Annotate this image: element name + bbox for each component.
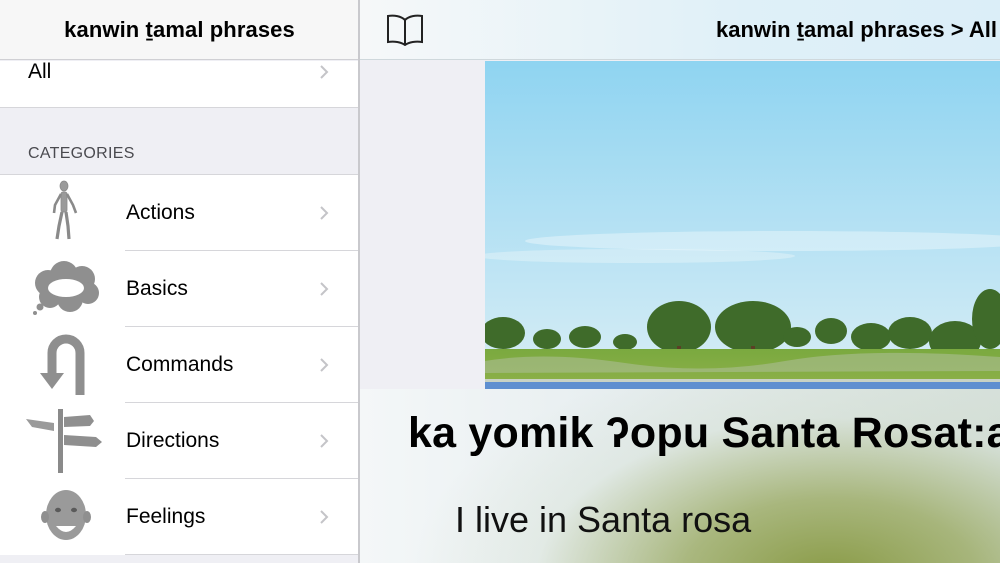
category-row-commands[interactable]: Commands [0, 327, 359, 403]
book-icon[interactable] [386, 12, 424, 46]
chevron-right-icon [317, 358, 331, 372]
sidebar-title: kanwin ṯamal phrases [64, 16, 295, 42]
chevron-right-icon [317, 65, 331, 79]
chevron-right-icon [317, 206, 331, 220]
sidebar: kanwin ṯamal phrases All CATEGORIES Acti… [0, 0, 359, 563]
sidebar-item-label: All [28, 60, 52, 83]
detail-header: kanwin ṯamal phrases > All [360, 0, 1000, 60]
sidebar-header: kanwin ṯamal phrases [0, 0, 359, 60]
breadcrumb: kanwin ṯamal phrases > All [716, 17, 998, 42]
thought-bubble-icon [24, 255, 106, 323]
section-header-categories: CATEGORIES [28, 145, 135, 162]
chevron-right-icon [317, 510, 331, 524]
category-label: Directions [126, 429, 220, 452]
category-row-actions[interactable]: Actions [0, 175, 359, 251]
signpost-icon [24, 407, 106, 475]
category-row-feelings[interactable]: Feelings [0, 479, 359, 555]
sidebar-item-all[interactable]: All [0, 61, 359, 108]
category-label: Basics [126, 277, 188, 300]
u-turn-arrow-icon [24, 331, 106, 399]
phrase-panel: ka yomik ʔopu Santa Rosat:a I live in Sa… [360, 389, 1000, 563]
category-label: Feelings [126, 505, 206, 528]
chevron-right-icon [317, 282, 331, 296]
detail-pane: kanwin ṯamal phrases > All ka yomik ʔopu… [360, 0, 1000, 563]
phrase-photo [485, 61, 1000, 389]
category-label: Commands [126, 353, 234, 376]
phrase-native-text: ka yomik ʔopu Santa Rosat:a [408, 409, 1000, 457]
figure-icon [24, 179, 106, 247]
category-label: Actions [126, 201, 195, 224]
category-row-directions[interactable]: Directions [0, 403, 359, 479]
chevron-right-icon [317, 434, 331, 448]
category-row-basics[interactable]: Basics [0, 251, 359, 327]
category-list: Actions Basics Commands Directions Feeli… [0, 174, 359, 555]
face-icon [24, 483, 106, 551]
row-separator [125, 554, 359, 555]
phrase-english-text: I live in Santa rosa [455, 499, 752, 540]
